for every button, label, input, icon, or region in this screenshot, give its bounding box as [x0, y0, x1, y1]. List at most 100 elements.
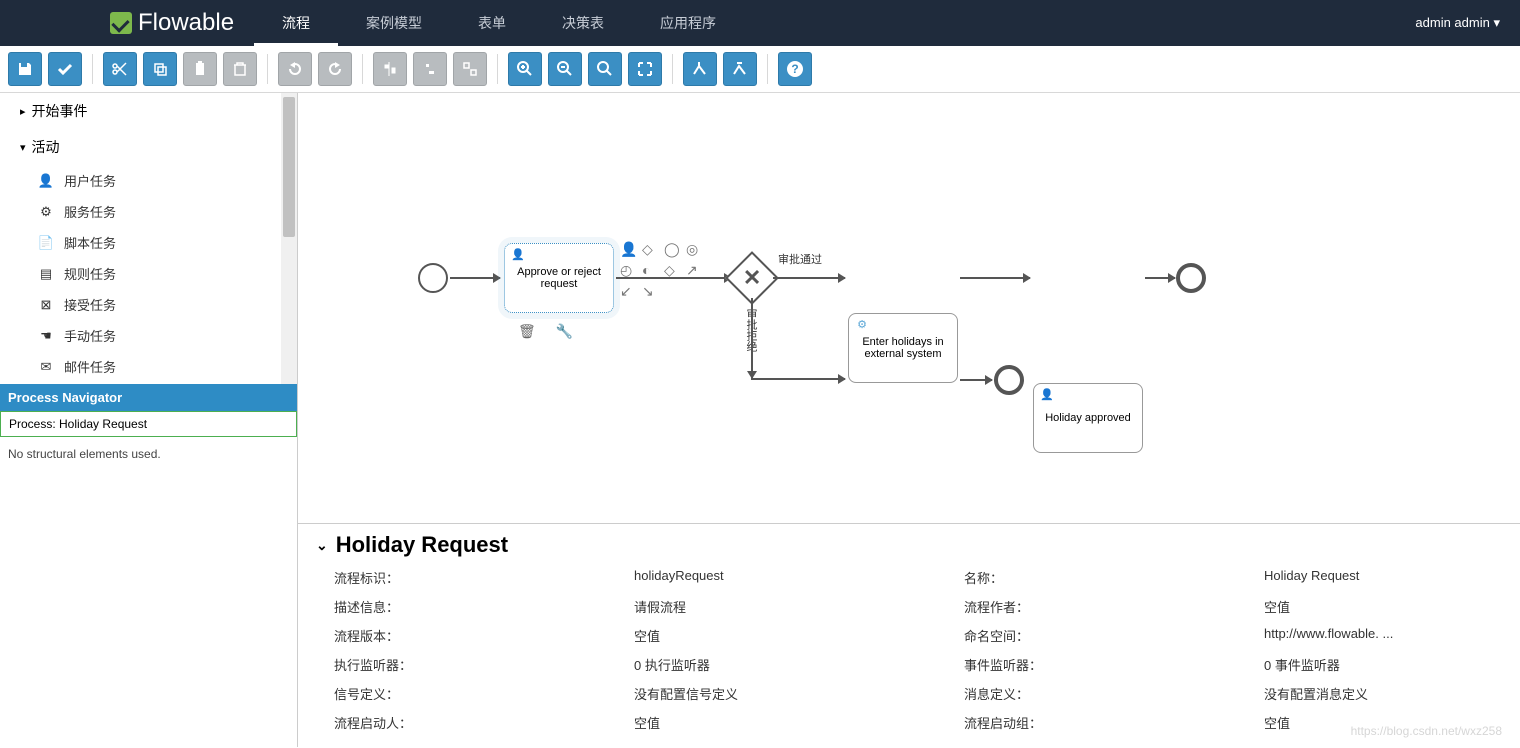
zoom-out-button[interactable] — [548, 52, 582, 86]
nav-item-1[interactable]: 案例模型 — [338, 0, 450, 46]
nav-item-0[interactable]: 流程 — [254, 0, 338, 46]
service-task-enter[interactable]: ⚙ Enter holidays in external system — [848, 313, 958, 383]
property-value[interactable]: 没有配置消息定义 — [1264, 684, 1502, 703]
gateway-x-icon: ✕ — [743, 265, 761, 291]
sequence-flow[interactable] — [1145, 277, 1175, 279]
property-value[interactable]: holidayRequest — [634, 568, 964, 587]
palette-item[interactable]: ⊠接受任务 — [0, 289, 297, 320]
main-area: ▸开始事件 ▾ 活动 👤用户任务 ⚙ 服务任务 📄脚本任务▤规则任务⊠接受任务☚手动任务✉邮… — [0, 93, 1520, 747]
start-event[interactable] — [418, 263, 448, 293]
property-key: 事件监听器： — [964, 655, 1264, 674]
palette-item-label: 邮件任务 — [64, 357, 116, 376]
sequence-flow[interactable] — [751, 378, 845, 380]
brand-logo: Flowable — [0, 9, 254, 37]
bpmn-canvas[interactable]: 👤 Approve or reject request 👤 ◇ ◯ ◎ ◴ ◐ … — [298, 93, 1520, 523]
palette-item[interactable]: 🐫Camel task — [0, 382, 297, 384]
nav-item-3[interactable]: 决策表 — [534, 0, 632, 46]
property-value[interactable]: Holiday Request — [1264, 568, 1502, 587]
palette-item[interactable]: ☚手动任务 — [0, 320, 297, 351]
nav-item-4[interactable]: 应用程序 — [632, 0, 744, 46]
cut-button[interactable] — [103, 52, 137, 86]
task-label: Enter holidays in external system — [853, 336, 953, 360]
nav-item-2[interactable]: 表单 — [450, 0, 534, 46]
property-value[interactable]: http://www.flowable. ... — [1264, 626, 1502, 645]
quick-annotation-icon[interactable]: ↙ — [620, 283, 638, 300]
receive-icon: ⊠ — [38, 297, 54, 313]
align-v-icon — [381, 60, 399, 78]
property-value[interactable]: 0 事件监听器 — [1264, 655, 1502, 674]
collapse-caret-icon[interactable]: ⌄ — [316, 537, 328, 554]
quick-intermediate-icon[interactable]: ◎ — [686, 241, 704, 258]
property-key: 消息定义： — [964, 684, 1264, 703]
user-task-approve[interactable]: 👤 Approve or reject request — [504, 243, 614, 313]
palette-item-label: 服务任务 — [64, 202, 116, 221]
property-value[interactable]: 没有配置信号定义 — [634, 684, 964, 703]
zoom-in-button[interactable] — [508, 52, 542, 86]
delete-button — [223, 52, 257, 86]
property-value[interactable]: 0 执行监听器 — [634, 655, 964, 674]
palette-item[interactable]: 📄脚本任务 — [0, 227, 297, 258]
property-value[interactable]: 空值 — [1264, 597, 1502, 616]
process-navigator-process[interactable]: Process: Holiday Request — [0, 411, 297, 437]
validate-button[interactable] — [48, 52, 82, 86]
quick-user-icon[interactable]: 👤 — [620, 241, 638, 258]
wrench-tool-icon[interactable]: 🔧 — [556, 323, 573, 340]
sequence-flow[interactable] — [960, 277, 1030, 279]
user-task-approved[interactable]: 👤 Holiday approved — [1033, 383, 1143, 453]
scrollbar[interactable] — [281, 93, 297, 384]
palette-group[interactable]: ▸开始事件 — [0, 93, 297, 129]
property-value[interactable]: 空值 — [634, 626, 964, 645]
delete-tool-icon[interactable]: 🗑 — [518, 323, 536, 340]
zoom-reset-button[interactable] — [588, 52, 622, 86]
save-button[interactable] — [8, 52, 42, 86]
quick-gateway-icon[interactable]: ◇ — [642, 241, 660, 258]
exclusive-gateway[interactable]: ✕ — [725, 251, 779, 305]
properties-grid: 流程标识：holidayRequest名称：Holiday Request描述信… — [316, 568, 1502, 732]
gear-icon: ⚙ — [38, 204, 54, 220]
palette-item[interactable]: ✉邮件任务 — [0, 351, 297, 382]
palette-item[interactable]: ⚙ 服务任务 — [0, 196, 297, 227]
bendpoint-add-button[interactable] — [683, 52, 717, 86]
editor-toolbar: ? — [0, 46, 1520, 93]
bendpoint-add-icon — [691, 60, 709, 78]
property-value[interactable]: 请假流程 — [634, 597, 964, 616]
property-key: 流程作者： — [964, 597, 1264, 616]
palette-group[interactable]: ▾ 活动 — [0, 129, 297, 165]
property-value[interactable]: 空值 — [1264, 713, 1502, 732]
copy-button[interactable] — [143, 52, 177, 86]
zoom-out-icon — [556, 60, 574, 78]
palette-item[interactable]: 👤用户任务 — [0, 165, 297, 196]
user-menu[interactable]: admin admin ▾ — [1415, 15, 1520, 31]
flow-label-approve[interactable]: 审批通过 — [778, 251, 822, 267]
properties-title: ⌄ Holiday Request — [316, 532, 1502, 558]
svg-text:?: ? — [791, 62, 798, 76]
help-button[interactable]: ? — [778, 52, 812, 86]
user-icon: 👤 — [511, 248, 525, 262]
redo-button — [318, 52, 352, 86]
copy-icon — [151, 60, 169, 78]
sequence-flow[interactable] — [960, 379, 992, 381]
zoom-fit-button[interactable] — [628, 52, 662, 86]
align-v-button — [373, 52, 407, 86]
paste-button — [183, 52, 217, 86]
sequence-flow[interactable] — [616, 277, 731, 279]
property-value[interactable]: 空值 — [634, 713, 964, 732]
palette-group-label: 活动 — [32, 137, 60, 157]
save-icon — [16, 60, 34, 78]
paste-icon — [191, 60, 209, 78]
process-navigator-header[interactable]: Process Navigator — [0, 384, 297, 411]
caret-icon: ▾ — [20, 141, 26, 154]
end-event[interactable] — [1176, 263, 1206, 293]
user-icon: 👤 — [38, 173, 54, 189]
sequence-flow[interactable] — [751, 298, 753, 378]
sequence-flow[interactable] — [773, 277, 845, 279]
scrollbar-thumb[interactable] — [283, 97, 295, 237]
quick-end-icon[interactable]: ◯ — [664, 241, 682, 258]
end-event[interactable] — [994, 365, 1024, 395]
palette-item[interactable]: ▤规则任务 — [0, 258, 297, 289]
user-name: admin admin — [1415, 15, 1489, 30]
quick-link-icon[interactable]: ↘ — [642, 283, 660, 300]
toolbar-separator — [92, 54, 93, 84]
sequence-flow[interactable] — [450, 277, 500, 279]
bendpoint-remove-button[interactable] — [723, 52, 757, 86]
